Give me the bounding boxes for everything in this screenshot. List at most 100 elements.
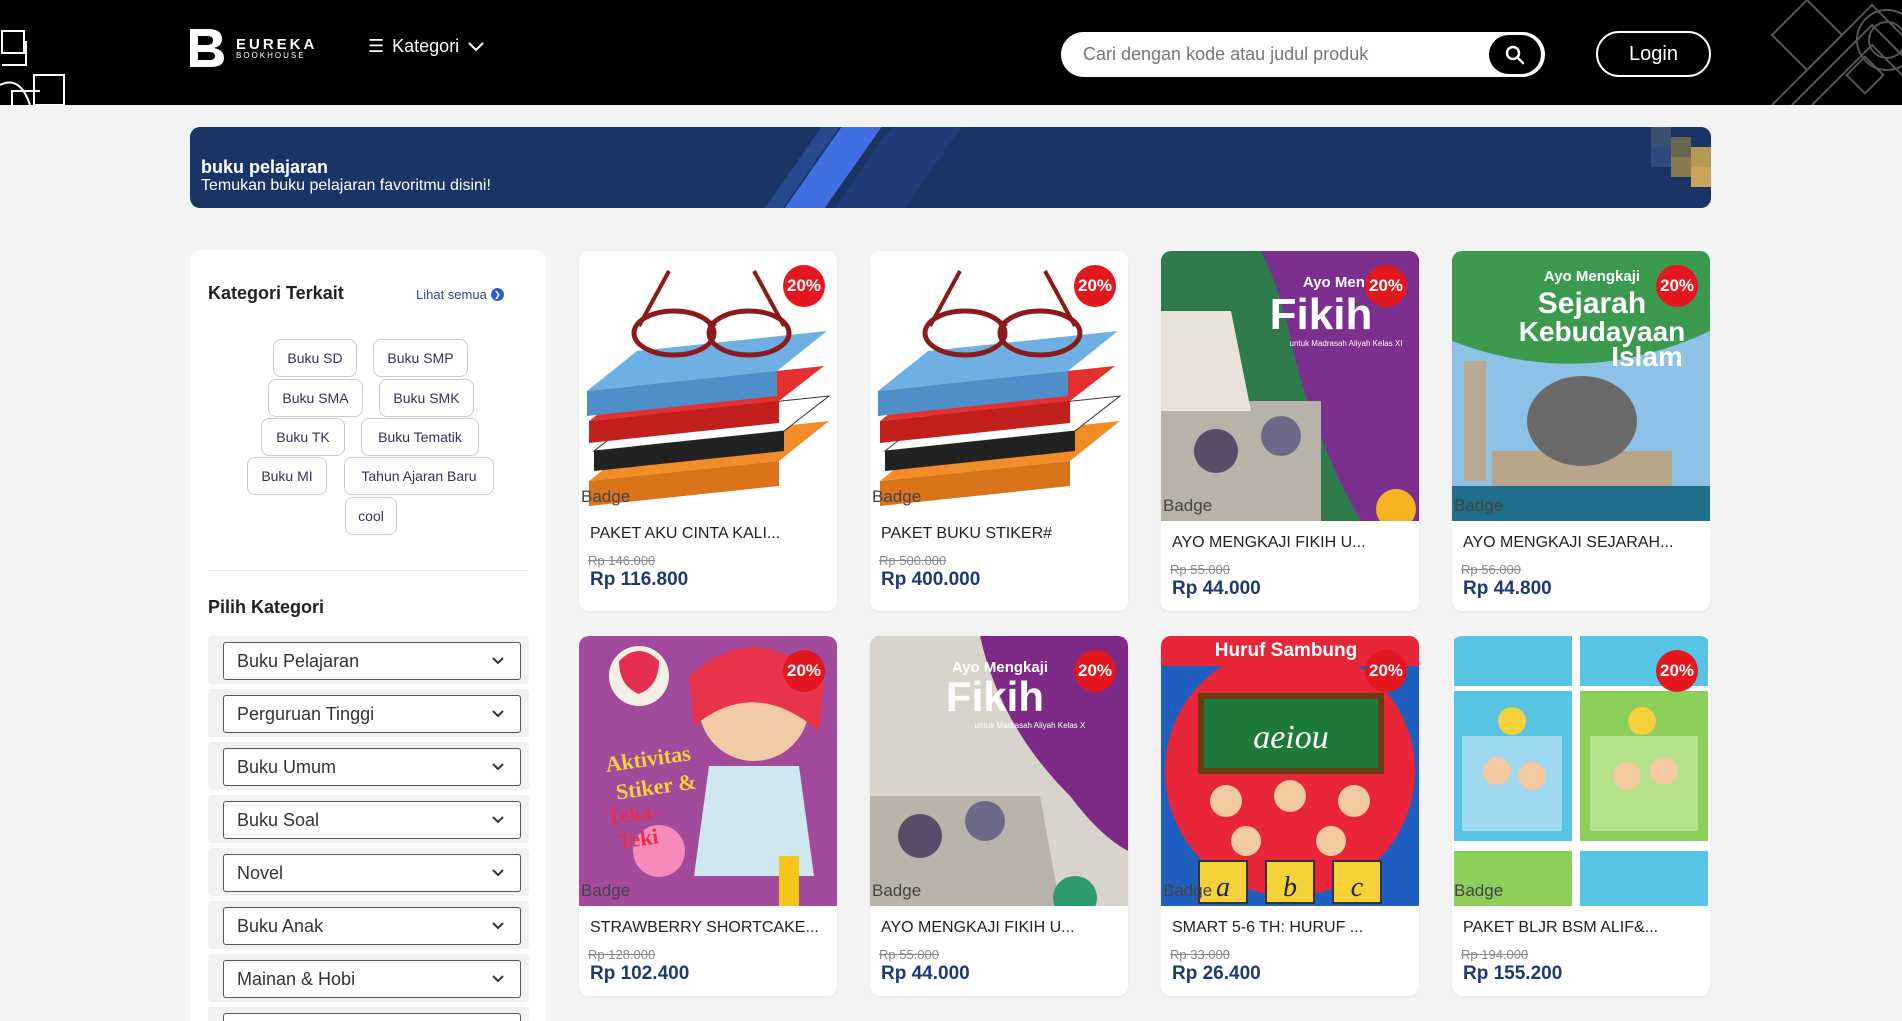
- product-price: Rp 44.800: [1463, 578, 1552, 599]
- product-name[interactable]: SMART 5-6 TH: HURUF ...: [1172, 919, 1363, 937]
- product-card[interactable]: Ayo Mengkaji Fikih untuk Madrasah Aliyah…: [1161, 251, 1419, 611]
- chevron-down-icon: [492, 763, 504, 771]
- chip-buku-sma[interactable]: Buku SMA: [268, 379, 363, 417]
- product-old-price: Rp 33.000: [1170, 947, 1230, 962]
- category-select-novel[interactable]: Novel: [223, 854, 521, 892]
- category-label: Perguruan Tinggi: [237, 703, 375, 724]
- category-select-perguruan-tinggi[interactable]: Perguruan Tinggi: [223, 695, 521, 733]
- chevron-down-icon: [492, 816, 504, 824]
- sidebar-divider: [208, 570, 528, 571]
- cover-text: untuk Madrasah Aliyah Kelas XI: [1290, 339, 1403, 348]
- product-price: Rp 116.800: [590, 569, 689, 590]
- cover-text: b: [1283, 872, 1297, 903]
- logo-subtitle: BOOKHOUSE: [236, 50, 306, 60]
- product-price: Rp 44.000: [881, 963, 970, 984]
- category-label: Novel: [237, 862, 284, 883]
- chip-buku-tk[interactable]: Buku TK: [261, 418, 345, 456]
- discount-badge: 20%: [1656, 265, 1698, 307]
- category-select-buku-pelajaran[interactable]: Buku Pelajaran: [223, 642, 521, 680]
- badge-image-alt: Badge: [581, 881, 631, 900]
- chip-buku-smp[interactable]: Buku SMP: [373, 339, 468, 377]
- product-card[interactable]: Huruf Sambung aeiou a b c 20% Badge SMAR…: [1161, 636, 1419, 996]
- chip-buku-sd[interactable]: Buku SD: [273, 339, 357, 377]
- chip-buku-mi[interactable]: Buku MI: [247, 457, 327, 495]
- discount-badge: 20%: [783, 650, 825, 692]
- badge-image-alt: Badge: [1454, 496, 1504, 515]
- cover-text: aeiou: [1253, 719, 1329, 756]
- search-input[interactable]: [1083, 44, 1463, 65]
- chevron-down-icon: [492, 975, 504, 983]
- product-name[interactable]: AYO MENGKAJI FIKIH U...: [881, 919, 1075, 937]
- product-price: Rp 26.400: [1172, 963, 1261, 984]
- product-name[interactable]: AYO MENGKAJI FIKIH U...: [1172, 534, 1366, 552]
- chevron-circle-icon: ❯: [490, 288, 504, 301]
- category-row: Buku Anak: [208, 901, 529, 949]
- logo-b-icon: [190, 29, 224, 67]
- product-price: Rp 102.400: [590, 963, 690, 984]
- discount-badge: 20%: [1074, 650, 1116, 692]
- category-row: Novel: [208, 848, 529, 896]
- product-name[interactable]: PAKET BLJR BSM ALIF&...: [1463, 919, 1658, 937]
- category-select-buku-anak[interactable]: Buku Anak: [223, 907, 521, 945]
- banner-title: buku pelajaran: [201, 157, 329, 177]
- search-button[interactable]: [1489, 35, 1541, 74]
- decorative-pattern-left: [0, 30, 65, 105]
- product-card[interactable]: Ayo Mengkaji Fikih untuk Madrasah Aliyah…: [870, 636, 1128, 996]
- cover-text: Huruf Sambung: [1215, 640, 1358, 661]
- product-card[interactable]: Ayo Mengkaji Sejarah Kebudayaan Islam 20…: [1452, 251, 1710, 611]
- top-navbar: EUREKA BOOKHOUSE ☰ Kategori Login: [0, 0, 1902, 105]
- pick-category-title: Pilih Kategori: [208, 597, 325, 617]
- category-select-buku-umum[interactable]: Buku Umum: [223, 748, 521, 786]
- related-categories-title: Kategori Terkait: [208, 283, 344, 303]
- product-name[interactable]: AYO MENGKAJI SEJARAH...: [1463, 534, 1673, 552]
- product-old-price: Rp 128.000: [588, 947, 656, 962]
- product-card[interactable]: 20% Badge PAKET AKU CINTA KALI... Rp 146…: [579, 251, 837, 611]
- logo-name: EUREKA: [236, 35, 318, 53]
- category-row: Mainan & Hobi: [208, 954, 529, 1002]
- see-all-label: Lihat semua: [416, 287, 487, 302]
- see-all-link[interactable]: Lihat semua ❯: [416, 287, 504, 302]
- chip-tahun-ajaran-baru[interactable]: Tahun Ajaran Baru: [344, 457, 494, 495]
- hamburger-icon: ☰: [368, 36, 385, 56]
- product-name[interactable]: PAKET AKU CINTA KALI...: [590, 525, 780, 543]
- product-name[interactable]: PAKET BUKU STIKER#: [881, 525, 1052, 543]
- chevron-down-icon: [492, 869, 504, 877]
- discount-badge: 20%: [783, 265, 825, 307]
- category-select-buku-soal[interactable]: Buku Soal: [223, 801, 521, 839]
- product-card[interactable]: 20% Badge PAKET BLJR BSM ALIF&... Rp 194…: [1452, 636, 1710, 996]
- product-name[interactable]: STRAWBERRY SHORTCAKE...: [590, 919, 819, 937]
- cover-text: Fikih: [1270, 290, 1373, 339]
- category-row: Buku Umum: [208, 742, 529, 790]
- cover-text: untuk Madrasah Aliyah Kelas X: [975, 721, 1086, 730]
- cover-text: Ayo Mengkaji: [1544, 268, 1640, 285]
- chip-buku-tematik[interactable]: Buku Tematik: [361, 418, 479, 456]
- search-bar: [1061, 32, 1545, 77]
- category-row: Perguruan Tinggi: [208, 689, 529, 737]
- discount-badge: 20%: [1656, 650, 1698, 692]
- chip-buku-smk[interactable]: Buku SMK: [379, 379, 474, 417]
- kategori-menu-button[interactable]: ☰ Kategori: [368, 36, 485, 57]
- chevron-down-icon: [492, 710, 504, 718]
- cover-text: c: [1351, 872, 1364, 903]
- cover-text: Islam: [1611, 341, 1683, 372]
- product-card[interactable]: 20% Badge PAKET BUKU STIKER# Rp 500.000 …: [870, 251, 1128, 611]
- product-old-price: Rp 55.000: [879, 947, 939, 962]
- logo-text: EUREKA BOOKHOUSE: [236, 37, 317, 60]
- product-card[interactable]: Aktivitas Stiker & Teka- Teki 20% Badge …: [579, 636, 837, 996]
- category-select-mainan-hobi[interactable]: Mainan & Hobi: [223, 960, 521, 998]
- category-label: Mainan & Hobi: [237, 968, 356, 989]
- category-select[interactable]: [223, 1013, 521, 1021]
- product-price: Rp 155.200: [1463, 963, 1563, 984]
- chevron-down-icon: [492, 657, 504, 665]
- login-button[interactable]: Login: [1596, 31, 1711, 77]
- category-label: Buku Anak: [237, 915, 324, 936]
- product-old-price: Rp 56.000: [1461, 562, 1521, 577]
- chip-cool[interactable]: cool: [345, 497, 397, 535]
- category-row: Buku Soal: [208, 795, 529, 843]
- chevron-down-icon: [492, 922, 504, 930]
- category-label: Buku Pelajaran: [237, 650, 360, 671]
- kategori-label: Kategori: [392, 36, 460, 56]
- eureka-logo[interactable]: EUREKA BOOKHOUSE: [186, 27, 317, 69]
- category-row: Buku Pelajaran: [208, 636, 529, 684]
- badge-image-alt: Badge: [1163, 881, 1213, 900]
